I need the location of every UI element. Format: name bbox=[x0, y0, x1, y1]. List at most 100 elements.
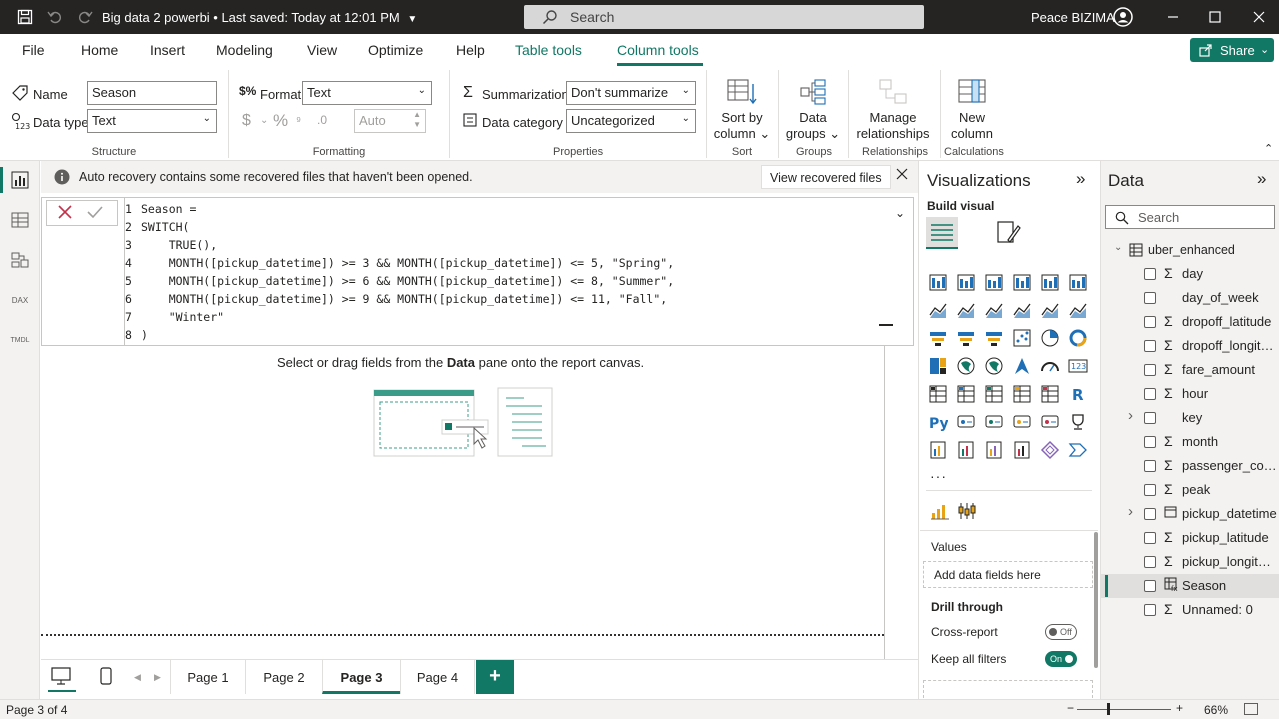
slicer-icon[interactable] bbox=[984, 384, 1004, 404]
scatter-chart-icon[interactable] bbox=[1012, 328, 1032, 348]
new-card-icon[interactable] bbox=[1012, 440, 1032, 460]
field-item[interactable]: fx Season bbox=[1100, 574, 1279, 598]
field-item[interactable]: Σdropoff_longitu... bbox=[1100, 334, 1279, 358]
card-icon[interactable]: 123 bbox=[1068, 356, 1088, 376]
clustered-bar-chart-icon[interactable] bbox=[984, 272, 1004, 292]
manage-relationships-button[interactable]: Manage relationships bbox=[852, 78, 934, 142]
python-visual-icon[interactable]: Py bbox=[928, 412, 949, 432]
smart-narrative-icon[interactable] bbox=[1040, 412, 1060, 432]
field-item[interactable]: Σdropoff_latitude bbox=[1100, 310, 1279, 334]
menu-file[interactable]: File bbox=[22, 42, 45, 58]
custom-visual-1-icon[interactable] bbox=[930, 501, 950, 521]
field-checkbox[interactable] bbox=[1144, 508, 1156, 520]
dax-code[interactable]: 1 Season = 2 SWITCH(3 TRUE(), 4 MONTH([picku… bbox=[125, 200, 674, 344]
global-search[interactable]: Search bbox=[524, 5, 924, 29]
field-item[interactable]: day_of_week bbox=[1100, 286, 1279, 310]
power-apps-icon[interactable] bbox=[956, 440, 976, 460]
field-checkbox[interactable] bbox=[1144, 484, 1156, 496]
chevron-right-icon[interactable]: › bbox=[1128, 503, 1133, 520]
100-stacked-area-chart-icon[interactable] bbox=[1012, 300, 1032, 320]
field-checkbox[interactable] bbox=[1144, 388, 1156, 400]
code-line[interactable]: 8) bbox=[125, 326, 674, 344]
field-item[interactable]: Σpickup_latitude bbox=[1100, 526, 1279, 550]
field-item[interactable]: Σ Unnamed: 0 bbox=[1100, 598, 1279, 622]
table-icon[interactable] bbox=[1012, 384, 1032, 404]
collapse-visualizations-icon[interactable]: » bbox=[1076, 169, 1085, 189]
maximize-icon[interactable] bbox=[1206, 8, 1224, 26]
visualizations-scrollbar[interactable] bbox=[1094, 532, 1098, 668]
field-checkbox[interactable] bbox=[1144, 532, 1156, 544]
collapse-ribbon-icon[interactable]: ⌃ bbox=[1264, 142, 1273, 155]
menu-view[interactable]: View bbox=[307, 42, 337, 58]
collapse-data-pane-icon[interactable]: » bbox=[1257, 169, 1266, 189]
table-view-icon[interactable] bbox=[10, 211, 30, 231]
field-item[interactable]: Σday bbox=[1100, 262, 1279, 286]
key-influencers-icon[interactable] bbox=[956, 412, 976, 432]
100-stacked-bar-chart-icon[interactable] bbox=[1040, 272, 1060, 292]
data-search-input[interactable]: Search bbox=[1105, 205, 1275, 229]
build-visual-tab[interactable] bbox=[926, 217, 958, 249]
zoom-slider-thumb[interactable] bbox=[1107, 703, 1110, 715]
page-tab-1[interactable]: Page 1 bbox=[170, 660, 245, 694]
area-chart-icon[interactable] bbox=[956, 300, 976, 320]
data-category-select[interactable]: Uncategorized ⌄ bbox=[566, 109, 696, 133]
field-checkbox[interactable] bbox=[1144, 412, 1156, 424]
fit-to-page-icon[interactable] bbox=[1244, 703, 1258, 715]
map-icon[interactable] bbox=[956, 356, 976, 376]
name-input[interactable]: Season bbox=[87, 81, 217, 105]
undo-icon[interactable] bbox=[46, 8, 64, 26]
field-item[interactable]: Σpassenger_count bbox=[1100, 454, 1279, 478]
field-item[interactable]: Σfare_amount bbox=[1100, 358, 1279, 382]
page-tab-4[interactable]: Page 4 bbox=[400, 660, 475, 694]
chevron-right-icon[interactable]: › bbox=[1128, 407, 1133, 424]
stacked-bar-chart-icon[interactable] bbox=[928, 272, 948, 292]
keep-filters-toggle[interactable]: On bbox=[1045, 651, 1077, 667]
qa-icon[interactable] bbox=[1012, 412, 1032, 432]
table-uber-enhanced[interactable]: ⌄ uber_enhanced bbox=[1100, 238, 1279, 262]
avatar[interactable] bbox=[1113, 7, 1133, 27]
gauge-icon[interactable] bbox=[1040, 356, 1060, 376]
summarization-select[interactable]: Don't summarize ⌄ bbox=[566, 81, 696, 105]
line-stacked-column-chart-icon[interactable] bbox=[1040, 300, 1060, 320]
stacked-area-chart-icon[interactable] bbox=[984, 300, 1004, 320]
field-item[interactable]: Σmonth bbox=[1100, 430, 1279, 454]
new-column-button[interactable]: New column bbox=[944, 78, 1000, 142]
field-checkbox[interactable] bbox=[1144, 268, 1156, 280]
file-title[interactable]: Big data 2 powerbi • Last saved: Today a… bbox=[102, 10, 417, 25]
field-item[interactable]: Σhour bbox=[1100, 382, 1279, 406]
close-icon[interactable] bbox=[895, 167, 911, 183]
next-page-icon[interactable]: ▶ bbox=[154, 672, 161, 683]
page-tab-2[interactable]: Page 2 bbox=[245, 660, 322, 694]
report-view-icon[interactable] bbox=[10, 171, 30, 191]
multi-row-card-icon[interactable] bbox=[928, 384, 948, 404]
code-line[interactable]: 6 MONTH([pickup_datetime]) >= 9 && MONTH… bbox=[125, 290, 674, 308]
data-groups-button[interactable]: Data groups ⌄ bbox=[782, 78, 844, 142]
cross-report-toggle[interactable]: Off bbox=[1045, 624, 1077, 640]
close-icon[interactable] bbox=[1250, 8, 1268, 26]
field-checkbox[interactable] bbox=[1144, 556, 1156, 568]
desktop-layout-icon[interactable] bbox=[50, 666, 74, 688]
decimal-auto-input[interactable]: Auto ▲ ▼ bbox=[354, 109, 426, 133]
ribbon-chart-icon[interactable] bbox=[928, 328, 948, 348]
stacked-column-chart-icon[interactable] bbox=[956, 272, 976, 292]
menu-help[interactable]: Help bbox=[456, 42, 485, 58]
line-chart-icon[interactable] bbox=[928, 300, 948, 320]
add-page-button[interactable]: + bbox=[476, 660, 514, 694]
kpi-icon[interactable] bbox=[956, 384, 976, 404]
code-line[interactable]: 4 MONTH([pickup_datetime]) >= 3 && MONTH… bbox=[125, 254, 674, 272]
visual-calculations-icon[interactable] bbox=[1068, 440, 1088, 460]
zoom-in-icon[interactable]: + bbox=[1176, 701, 1183, 715]
page-tab-3[interactable]: Page 3 bbox=[322, 660, 400, 694]
100-stacked-column-chart-icon[interactable] bbox=[1068, 272, 1088, 292]
clustered-column-chart-icon[interactable] bbox=[1012, 272, 1032, 292]
model-view-icon[interactable] bbox=[10, 251, 30, 271]
dax-query-view-icon[interactable]: DAX bbox=[10, 291, 30, 311]
data-type-select[interactable]: Text ⌄ bbox=[87, 109, 217, 133]
menu-optimize[interactable]: Optimize bbox=[368, 42, 423, 58]
decimal-places-icon[interactable]: .0 bbox=[317, 113, 327, 127]
line-clustered-column-chart-icon[interactable] bbox=[1068, 300, 1088, 320]
menu-insert[interactable]: Insert bbox=[150, 42, 185, 58]
tmdl-view-icon[interactable]: TMDL bbox=[10, 331, 30, 351]
user-name[interactable]: Peace BIZIMA bbox=[1031, 10, 1115, 25]
field-checkbox[interactable] bbox=[1144, 364, 1156, 376]
